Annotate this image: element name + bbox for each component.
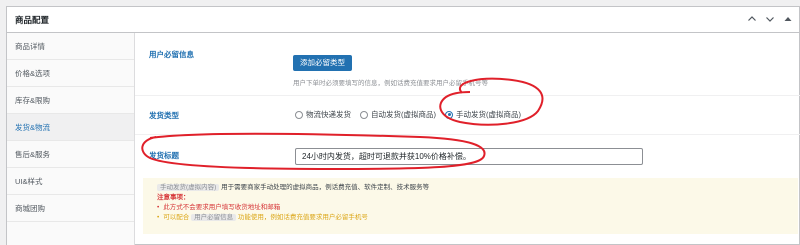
sidebar-item-label: 商城团购 [15,203,45,213]
radio-auto-delivery[interactable]: 自动发货(虚拟商品) [360,109,436,120]
config-main: 用户必留信息 添加必留类型 用户下单时必须要填写的信息，例如话费充值要求用户必留… [135,33,800,245]
notice-tag: 用户必留信息 [191,214,237,221]
delivery-type-label: 发货类型 [149,111,179,120]
sidebar-item-product-details[interactable]: 商品详情 [7,33,134,60]
notice-description: 手动发货(虚拟内容) 用于需要商家手动处理的虚拟商品，例话费充值、软件定制、技术… [157,183,798,193]
radio-circle[interactable] [295,110,303,119]
config-sidebar: 商品详情 价格&选项 库存&限购 发货&物流 售后&服务 UI&样式 商城团购 [7,33,135,245]
delivery-title-label: 发货标题 [149,151,179,160]
sidebar-item-group-buy[interactable]: 商城团购 [7,195,134,222]
panel-header: 商品配置 [7,7,799,33]
sidebar-item-label: 售后&服务 [15,149,51,159]
add-required-type-button[interactable]: 添加必留类型 [293,55,352,71]
product-config-panel: 商品配置 商品详情 价格&选项 库存&限购 发货&物流 售后&服务 UI&样式 … [6,6,800,245]
radio-label: 自动发货(虚拟商品) [371,110,436,119]
delivery-title-input[interactable] [295,148,643,165]
sidebar-item-ui-style[interactable]: UI&样式 [7,168,134,195]
divider [135,134,800,135]
bullet-icon: • [157,214,160,221]
caret-up-icon[interactable] [783,14,793,24]
radio-circle[interactable] [360,110,368,119]
chevron-down-icon[interactable] [765,14,775,24]
sidebar-item-after-sales[interactable]: 售后&服务 [7,141,134,168]
radio-circle-checked[interactable] [445,110,453,119]
radio-manual-delivery[interactable]: 手动发货(虚拟商品) [445,109,521,120]
sidebar-item-label: 库存&限购 [15,95,51,105]
divider [135,95,800,96]
radio-label: 物流快递发货 [306,110,351,119]
notice-item-text: 功能使用，例如话费充值要求用户必留手机号 [237,214,368,221]
notice-tag: 手动发货(虚拟内容) [157,184,220,191]
sidebar-item-price-options[interactable]: 价格&选项 [7,60,134,87]
user-info-label: 用户必留信息 [149,50,194,59]
panel-header-controls [747,14,793,24]
notice-item: • 可以配合 用户必留信息 功能使用，例如话费充值要求用户必留手机号 [157,213,798,223]
notice-line: 用于需要商家手动处理的虚拟商品，例话费充值、软件定制、技术服务等 [221,184,430,191]
sidebar-item-shipping[interactable]: 发货&物流 [7,114,134,141]
bullet-icon: • [157,204,160,211]
sidebar-item-label: 价格&选项 [15,68,51,78]
notice-item-text: 此方式不会要求用户填写收货地址和邮箱 [163,204,281,211]
sidebar-item-label: 商品详情 [15,41,45,51]
radio-label: 手动发货(虚拟商品) [456,110,521,119]
notice-box: 手动发货(虚拟内容) 用于需要商家手动处理的虚拟商品，例话费充值、软件定制、技术… [143,178,798,234]
notice-item: • 此方式不会要求用户填写收货地址和邮箱 [157,203,798,213]
chevron-up-icon[interactable] [747,14,757,24]
sidebar-item-label: UI&样式 [15,176,43,186]
delivery-type-radio-group: 物流快递发货 自动发货(虚拟商品) 手动发货(虚拟商品) [295,109,521,120]
sidebar-item-label: 发货&物流 [15,122,51,132]
sidebar-item-stock-limits[interactable]: 库存&限购 [7,87,134,114]
notice-item-text: 可以配合 [163,214,190,221]
panel-title: 商品配置 [15,14,50,25]
user-info-hint: 用户下单时必须要填写的信息，例如话费充值要求用户必留手机号等 [293,80,488,87]
radio-logistics-delivery[interactable]: 物流快递发货 [295,109,351,120]
notice-title: 注意事项： [157,194,190,201]
